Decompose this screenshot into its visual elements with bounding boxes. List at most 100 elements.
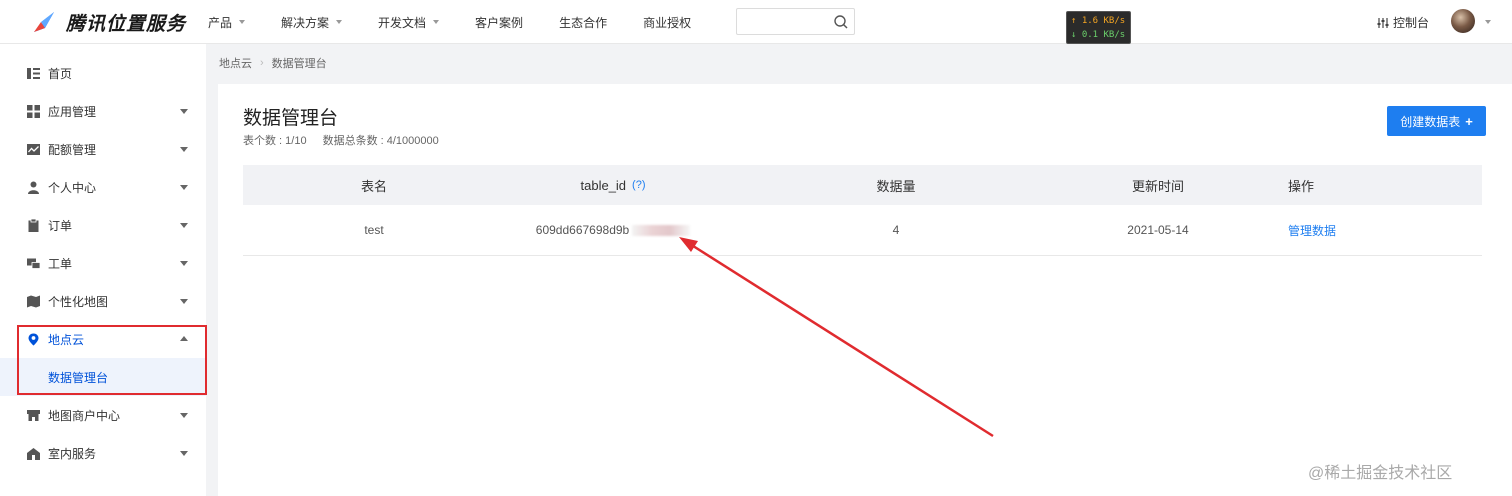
table-count: 表个数 : 1/10 [243, 135, 307, 147]
chart-icon [27, 143, 40, 155]
data-table: 表名 table_id (?) 数据量 更新时间 操作 test 609dd66… [243, 165, 1482, 256]
cell-table-id-text: 609dd667698d9b [535, 223, 630, 237]
grid-icon [27, 104, 40, 118]
search-box [736, 8, 855, 35]
chevron-down-icon[interactable] [1485, 20, 1491, 24]
chevron-down-icon [180, 185, 188, 190]
sidebar-item-profile[interactable]: 个人中心 [0, 168, 206, 206]
breadcrumb-parent[interactable]: 地点云 [219, 55, 252, 71]
shop-icon [27, 409, 40, 421]
header-table-id-label: table_id [580, 177, 627, 193]
sidebar-item-quota[interactable]: 配额管理 [0, 130, 206, 168]
table-row: test 609dd667698d9b 4 2021-05-14 管理数据 [243, 205, 1482, 256]
chevron-down-icon [180, 299, 188, 304]
header-name: 表名 [360, 178, 387, 194]
nav-cases[interactable]: 客户案例 [475, 0, 523, 44]
sidebar-item-label: 个性化地图 [48, 294, 109, 309]
chevron-right-icon: › [260, 57, 264, 69]
header-updated: 更新时间 [1131, 178, 1184, 194]
sidebar-item-label: 地点云 [48, 332, 85, 347]
page-title: 数据管理台 [243, 108, 339, 129]
brand-name: 腾讯位置服务 [66, 13, 187, 35]
manage-data-label: 管理数据 [1288, 223, 1337, 238]
sidebar-item-indoor[interactable]: 室内服务 [0, 434, 206, 472]
sidebar-item-home[interactable]: 首页 [0, 54, 206, 92]
nav-label: 客户案例 [475, 15, 524, 30]
sidebar-item-label: 订单 [48, 218, 73, 233]
record-count: 数据总条数 : 4/1000000 [322, 135, 439, 147]
sidebar-item-label: 应用管理 [48, 104, 97, 119]
plus-icon: + [1465, 113, 1473, 129]
sidebar-item-label: 配额管理 [48, 142, 97, 157]
chevron-down-icon [180, 451, 188, 456]
nav-label: 开发文档 [378, 15, 427, 30]
header-action: 操作 [1288, 178, 1315, 194]
upload-speed: ↑ 1.6 KB/s [1071, 16, 1126, 26]
download-speed: ↓ 0.1 KB/s [1071, 30, 1126, 40]
nav-solutions[interactable]: 解决方案 [281, 0, 343, 44]
logo-icon [34, 12, 54, 32]
top-header: 腾讯位置服务 产品 解决方案 开发文档 客户案例 生态合作 商业授权 ↑ 1.6… [0, 0, 1512, 44]
chevron-up-icon [180, 336, 188, 341]
sliders-icon [1377, 17, 1389, 28]
sidebar-item-label: 地图商户中心 [48, 408, 121, 423]
chevron-down-icon [180, 261, 188, 266]
chevron-down-icon [336, 20, 343, 24]
chevron-down-icon [180, 413, 188, 418]
chevron-down-icon [180, 109, 188, 114]
sidebar-item-label: 首页 [48, 66, 73, 81]
nav-label: 商业授权 [643, 15, 692, 30]
create-table-button[interactable]: 创建数据表 + [1387, 106, 1486, 136]
sidebar-item-apps[interactable]: 应用管理 [0, 92, 206, 130]
nav-ecosystem[interactable]: 生态合作 [559, 0, 607, 44]
building-icon [27, 447, 40, 460]
nav-label: 产品 [208, 15, 233, 30]
create-table-label: 创建数据表 [1400, 114, 1461, 129]
search-icon[interactable] [833, 14, 849, 30]
cell-updated: 2021-05-14 [1127, 223, 1189, 237]
nav-docs[interactable]: 开发文档 [378, 0, 440, 44]
map-style-icon [27, 295, 40, 307]
nav-label: 生态合作 [559, 15, 608, 30]
sidebar-item-custom-map[interactable]: 个性化地图 [0, 282, 206, 320]
clipboard-icon [28, 218, 39, 232]
cell-table-id: 609dd667698d9b [533, 205, 693, 255]
home-list-icon [27, 67, 40, 79]
console-label: 控制台 [1393, 16, 1430, 30]
header-table-id: table_id (?) [533, 165, 693, 205]
top-nav: 产品 解决方案 开发文档 客户案例 生态合作 商业授权 [208, 0, 727, 44]
sidebar-item-place-cloud[interactable]: 地点云 [0, 320, 206, 358]
watermark: @稀土掘金技术社区 [1308, 465, 1453, 482]
sidebar-item-orders[interactable]: 订单 [0, 206, 206, 244]
manage-data-link[interactable]: 管理数据 [1288, 205, 1368, 255]
chevron-down-icon [180, 223, 188, 228]
page-meta: 表个数 : 1/10 数据总条数 : 4/1000000 [243, 132, 455, 148]
chevron-down-icon [180, 147, 188, 152]
sidebar-item-merchant-center[interactable]: 地图商户中心 [0, 396, 206, 434]
sidebar-item-tickets[interactable]: 工单 [0, 244, 206, 282]
breadcrumb-current: 数据管理台 [271, 58, 327, 70]
chevron-down-icon [433, 20, 440, 24]
nav-license[interactable]: 商业授权 [643, 0, 691, 44]
nav-label: 解决方案 [281, 15, 330, 30]
redacted-blur [632, 224, 691, 236]
sidebar-item-label: 室内服务 [48, 446, 97, 461]
avatar[interactable] [1451, 9, 1475, 33]
nav-products[interactable]: 产品 [208, 0, 246, 44]
console-link[interactable]: 控制台 [1377, 14, 1429, 31]
cell-count: 4 [892, 223, 900, 237]
ticket-icon [27, 258, 40, 269]
brand-logo[interactable]: 腾讯位置服务 [30, 8, 186, 36]
breadcrumb: 地点云 › 数据管理台 [219, 55, 327, 71]
cell-name: test [364, 223, 384, 237]
header-count: 数据量 [876, 178, 916, 194]
sidebar-item-label: 工单 [48, 256, 73, 271]
search-input[interactable] [737, 9, 829, 34]
location-pin-icon [28, 333, 39, 345]
chevron-down-icon [239, 20, 246, 24]
sidebar-subitem-label: 数据管理台 [48, 370, 109, 385]
table-header: 表名 table_id (?) 数据量 更新时间 操作 [243, 165, 1482, 205]
help-icon[interactable]: (?) [632, 179, 645, 191]
sidebar-item-label: 个人中心 [48, 180, 97, 195]
sidebar-subitem-data-console[interactable]: 数据管理台 [0, 358, 206, 396]
